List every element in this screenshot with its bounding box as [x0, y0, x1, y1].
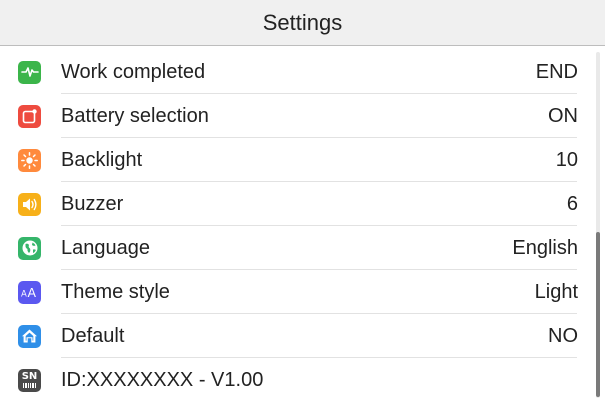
- speaker-icon: [18, 192, 41, 216]
- pulse-icon: [18, 60, 41, 84]
- font-size-icon: AA: [18, 280, 41, 304]
- serial-number-icon: SN: [18, 368, 41, 392]
- setting-value: END: [535, 60, 578, 83]
- scrollbar-thumb[interactable]: [596, 232, 600, 397]
- serial-number-icon-text: SN: [21, 371, 38, 382]
- svg-text:A: A: [21, 290, 27, 300]
- setting-label: Backlight: [61, 148, 143, 171]
- setting-label: Battery selection: [61, 104, 209, 127]
- settings-header: Settings: [0, 0, 605, 46]
- setting-label: Language: [61, 236, 150, 259]
- page-title: Settings: [262, 9, 343, 35]
- battery-select-icon: [18, 104, 41, 128]
- setting-value: Light: [534, 280, 578, 303]
- setting-row-work-completed[interactable]: Work completed END: [0, 50, 595, 94]
- setting-value: NO: [548, 324, 578, 347]
- setting-value: 10: [555, 148, 578, 171]
- setting-value: ON: [548, 104, 578, 127]
- svg-text:A: A: [27, 285, 36, 299]
- setting-row-backlight[interactable]: Backlight 10: [0, 138, 595, 182]
- setting-label: Work completed: [61, 60, 206, 83]
- sun-icon: [18, 148, 41, 172]
- globe-icon: [18, 236, 41, 260]
- setting-label: Buzzer: [61, 192, 124, 215]
- setting-label: Theme style: [61, 280, 170, 303]
- setting-value: 6: [566, 192, 578, 215]
- device-id-label: ID:XXXXXXXX - V1.00: [61, 368, 264, 391]
- home-icon: [18, 324, 41, 348]
- setting-row-device-id: SN ID:XXXXXXXX - V1.00: [0, 358, 595, 402]
- setting-row-language[interactable]: Language English: [0, 226, 595, 270]
- settings-list[interactable]: Work completed END Battery selection ON …: [0, 46, 605, 405]
- setting-value: English: [512, 236, 578, 259]
- setting-row-buzzer[interactable]: Buzzer 6: [0, 182, 595, 226]
- setting-row-battery-selection[interactable]: Battery selection ON: [0, 94, 595, 138]
- setting-row-theme-style[interactable]: AA Theme style Light: [0, 270, 595, 314]
- setting-label: Default: [61, 324, 125, 347]
- setting-row-default[interactable]: Default NO: [0, 314, 595, 358]
